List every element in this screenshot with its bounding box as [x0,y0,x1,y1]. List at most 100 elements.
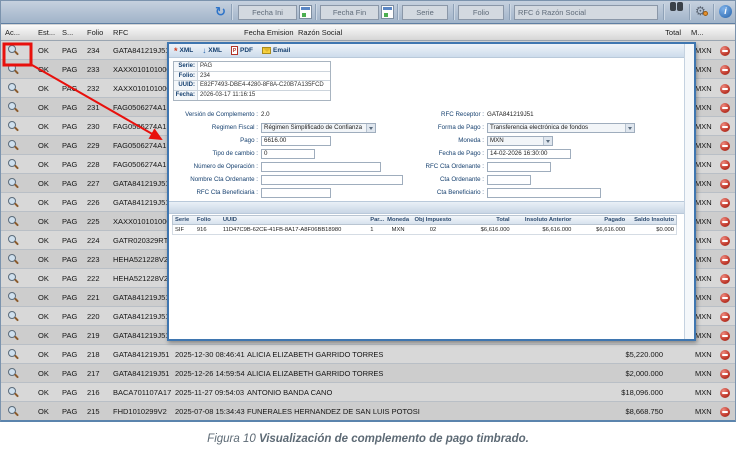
pdf-icon [231,46,238,55]
cancel-row-icon[interactable] [720,160,730,170]
cancel-row-icon[interactable] [720,236,730,246]
binoculars-search-icon[interactable] [669,1,684,13]
related-documents-table: SerieFolioUUIDPar...MonedaObj ImpuestoTo… [172,215,677,235]
column-header-7[interactable]: Total [641,28,681,37]
magnifier-view-icon[interactable] [8,292,20,304]
gear-icon[interactable] [695,4,706,19]
select-field[interactable]: Transferencia electrónica de fondos [487,123,635,133]
popup-toolbar-email-button[interactable]: Email [262,47,290,54]
fecha-ini-input[interactable] [238,5,297,20]
calendar-icon[interactable] [381,5,394,19]
magnifier-view-icon[interactable] [8,311,20,323]
chevron-down-icon[interactable] [366,124,375,132]
cell-moneda: MXN [695,160,719,169]
cancel-row-icon[interactable] [720,122,730,132]
column-header-3[interactable]: Folio [87,28,103,37]
input-field[interactable]: 6616.00 [261,136,331,146]
select-field[interactable]: Régimen Simplificado de Confianza [261,123,376,133]
magnifier-view-icon[interactable] [8,349,20,361]
fecha-fin-input[interactable] [320,5,379,20]
detail-cell-2: 11D47C9B-62CE-41FB-8A17-A8F06BB18980 [221,227,368,233]
column-header-2[interactable]: S... [62,28,73,37]
popup-scrollbar[interactable] [684,44,694,339]
magnifier-view-icon[interactable] [8,121,20,133]
cell-estado: OK [38,407,60,416]
cancel-row-icon[interactable] [720,331,730,341]
magnifier-view-icon[interactable] [8,216,20,228]
popup-toolbar-xml-button[interactable]: XML [202,46,222,55]
magnifier-view-icon[interactable] [8,64,20,76]
cell-serie: PAG [62,122,86,131]
cell-serie: PAG [62,84,86,93]
magnifier-view-icon[interactable] [8,273,20,285]
magnifier-view-icon[interactable] [8,368,20,380]
info-icon[interactable] [719,5,732,18]
popup-toolbar-xml-button[interactable]: XML [174,47,193,55]
cancel-row-icon[interactable] [720,103,730,113]
chevron-down-icon[interactable] [543,137,552,145]
cell-serie: PAG [62,160,86,169]
column-header-0[interactable]: Ac... [5,28,20,37]
detail-cell-0: SIF [173,227,195,233]
cancel-row-icon[interactable] [720,217,730,227]
chevron-down-icon[interactable] [625,124,634,132]
magnifier-view-icon[interactable] [8,406,20,418]
cancel-row-icon[interactable] [720,293,730,303]
magnifier-view-icon[interactable] [8,235,20,247]
column-header-1[interactable]: Est... [38,28,55,37]
input-field[interactable]: 0 [261,149,315,159]
detail-cell-7: $6,616.000 [512,227,574,233]
rfc-razon-social-input[interactable] [514,5,658,20]
cancel-row-icon[interactable] [720,312,730,322]
magnifier-view-icon[interactable] [8,387,20,399]
cancel-row-icon[interactable] [720,388,730,398]
popup-toolbar-label: PDF [240,47,253,54]
cell-folio: 234 [87,46,111,55]
cancel-row-icon[interactable] [720,274,730,284]
cancel-row-icon[interactable] [720,350,730,360]
input-field[interactable] [261,188,331,198]
cancel-row-icon[interactable] [720,198,730,208]
magnifier-view-icon[interactable] [8,102,20,114]
magnifier-view-icon[interactable] [8,254,20,266]
input-field[interactable] [487,175,531,185]
cancel-row-icon[interactable] [720,255,730,265]
cancel-row-icon[interactable] [720,407,730,417]
input-field[interactable]: 14-02-2026 16:30:00 [487,149,571,159]
column-header-4[interactable]: RFC [113,28,128,37]
cell-moneda: MXN [695,312,719,321]
magnifier-view-icon[interactable] [8,159,20,171]
magnifier-view-icon[interactable] [8,140,20,152]
column-header-8[interactable]: M... [691,28,704,37]
input-field[interactable] [487,188,601,198]
cell-moneda: MXN [695,179,719,188]
column-header-6[interactable]: Razón Social [298,28,342,37]
column-header-5[interactable]: Fecha Emision [244,28,294,37]
magnifier-view-icon[interactable] [8,330,20,342]
cancel-row-icon[interactable] [720,46,730,56]
magnifier-view-icon[interactable] [8,197,20,209]
refresh-icon[interactable] [215,4,226,19]
cancel-row-icon[interactable] [720,369,730,379]
cell-folio: 223 [87,255,111,264]
caption-text: Visualización de complemento de pago tim… [259,433,529,445]
magnifier-view-icon[interactable] [8,178,20,190]
serie-input[interactable] [402,5,448,20]
serie-label: Serie: [174,62,198,71]
input-field[interactable] [487,162,551,172]
input-field[interactable] [261,162,381,172]
field-label: Número de Operación : [171,163,261,170]
cell-folio: 221 [87,293,111,302]
magnifier-view-icon[interactable] [8,45,20,57]
cancel-row-icon[interactable] [720,179,730,189]
detail-column-header-3: Par... [368,217,384,223]
magnifier-view-icon[interactable] [8,83,20,95]
folio-input[interactable] [458,5,504,20]
cancel-row-icon[interactable] [720,84,730,94]
popup-toolbar-pdf-button[interactable]: PDF [231,46,253,55]
cancel-row-icon[interactable] [720,65,730,75]
select-field[interactable]: MXN [487,136,553,146]
cancel-row-icon[interactable] [720,141,730,151]
calendar-icon[interactable] [299,5,312,19]
input-field[interactable] [261,175,403,185]
